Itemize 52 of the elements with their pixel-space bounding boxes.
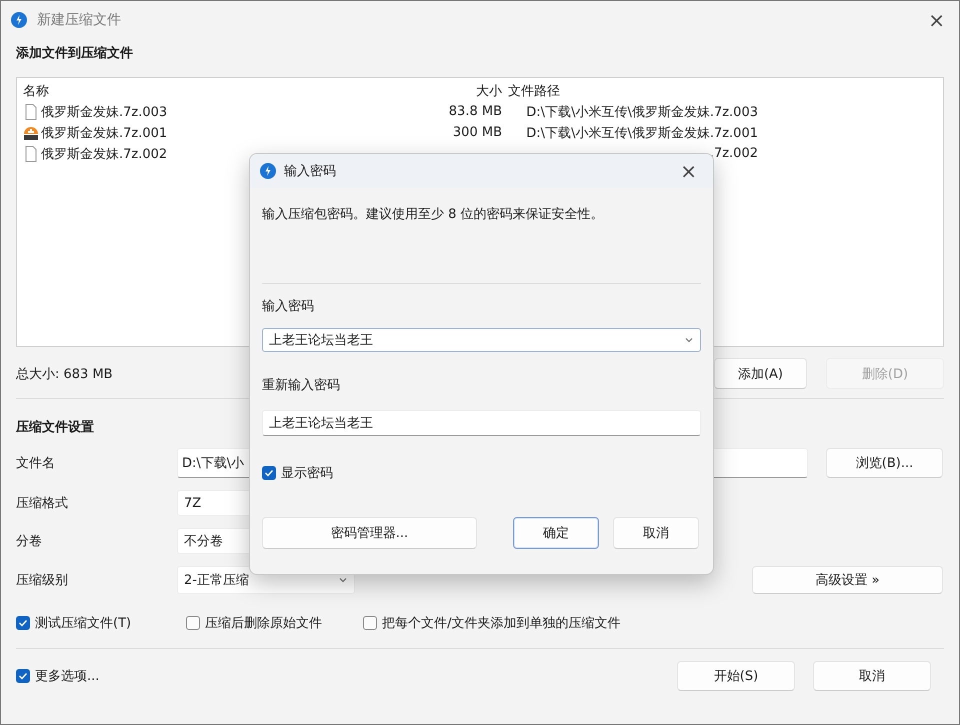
cancel-button[interactable]: 取消 — [613, 517, 699, 549]
ok-button[interactable]: 确定 — [513, 517, 599, 549]
field-label: 重新输入密码 — [262, 377, 341, 395]
advanced-settings-button[interactable]: 高级设置 » — [752, 566, 943, 594]
column-header[interactable]: 文件路径 — [508, 82, 758, 100]
file-size: 300 MB — [452, 125, 502, 140]
file-path: .7z.002 — [708, 146, 758, 161]
chevron-icon — [338, 575, 348, 585]
column-header[interactable]: 大小 — [437, 82, 502, 100]
field-label: 分卷 — [16, 533, 43, 551]
confirm-password-field[interactable]: 上老王论坛当老王 — [262, 410, 701, 436]
dialog-message: 输入压缩包密码。建议使用至少 8 位的密码来保证安全性。 — [262, 206, 605, 224]
checkbox-label: 更多选项... — [35, 668, 100, 684]
file-name: 俄罗斯金发妹.7z.003 — [41, 104, 168, 120]
file-path: D:\下载\小米互传\俄罗斯金发妹.7z.001 — [525, 124, 758, 142]
field-label: 文件名 — [16, 455, 56, 473]
document-icon — [23, 146, 39, 162]
app-icon — [11, 12, 27, 28]
chevron-icon — [684, 335, 694, 345]
column-header[interactable]: 名称 — [23, 82, 431, 100]
checkbox-label: 把每个文件/文件夹添加到单独的压缩文件 — [382, 615, 620, 632]
password-field[interactable]: 上老王论坛当老王 — [262, 328, 701, 352]
dialog-title: 输入密码 — [284, 163, 336, 180]
checkbox[interactable] — [16, 668, 30, 682]
checkbox-label: 测试压缩文件(T) — [35, 615, 132, 632]
field-label: 输入密码 — [262, 298, 315, 316]
browse-button[interactable]: 浏览(B)... — [826, 448, 943, 478]
section-heading: 添加文件到压缩文件 — [16, 44, 133, 63]
start-button[interactable]: 开始(S) — [677, 660, 795, 690]
checkbox[interactable] — [262, 466, 276, 480]
field-label: 压缩级别 — [16, 572, 69, 590]
field-label: 压缩格式 — [16, 495, 69, 513]
archive-icon — [23, 124, 39, 140]
total-size: 总大小: 683 MB — [16, 366, 114, 382]
close-icon[interactable]: × — [680, 161, 697, 181]
file-path: D:\下载\小米互传\俄罗斯金发妹.7z.003 — [525, 104, 758, 120]
checkbox[interactable] — [16, 616, 30, 630]
password-manager-button[interactable]: 密码管理器... — [262, 517, 477, 549]
window-title: 新建压缩文件 — [37, 11, 121, 29]
checkbox-label: 显示密码 — [281, 465, 333, 482]
document-icon — [23, 104, 39, 120]
file-name: 俄罗斯金发妹.7z.002 — [41, 146, 168, 162]
section-heading: 压缩文件设置 — [16, 418, 94, 437]
app-icon — [260, 163, 276, 179]
file-name: 俄罗斯金发妹.7z.001 — [41, 124, 168, 142]
cancel-button[interactable]: 取消 — [813, 660, 931, 690]
checkbox-label: 压缩后删除原始文件 — [205, 615, 322, 632]
checkbox[interactable] — [186, 616, 200, 630]
file-size: 83.8 MB — [448, 104, 502, 119]
close-icon[interactable]: × — [928, 10, 945, 30]
checkbox[interactable] — [363, 616, 378, 630]
add-button[interactable]: 添加(A) — [714, 358, 807, 389]
